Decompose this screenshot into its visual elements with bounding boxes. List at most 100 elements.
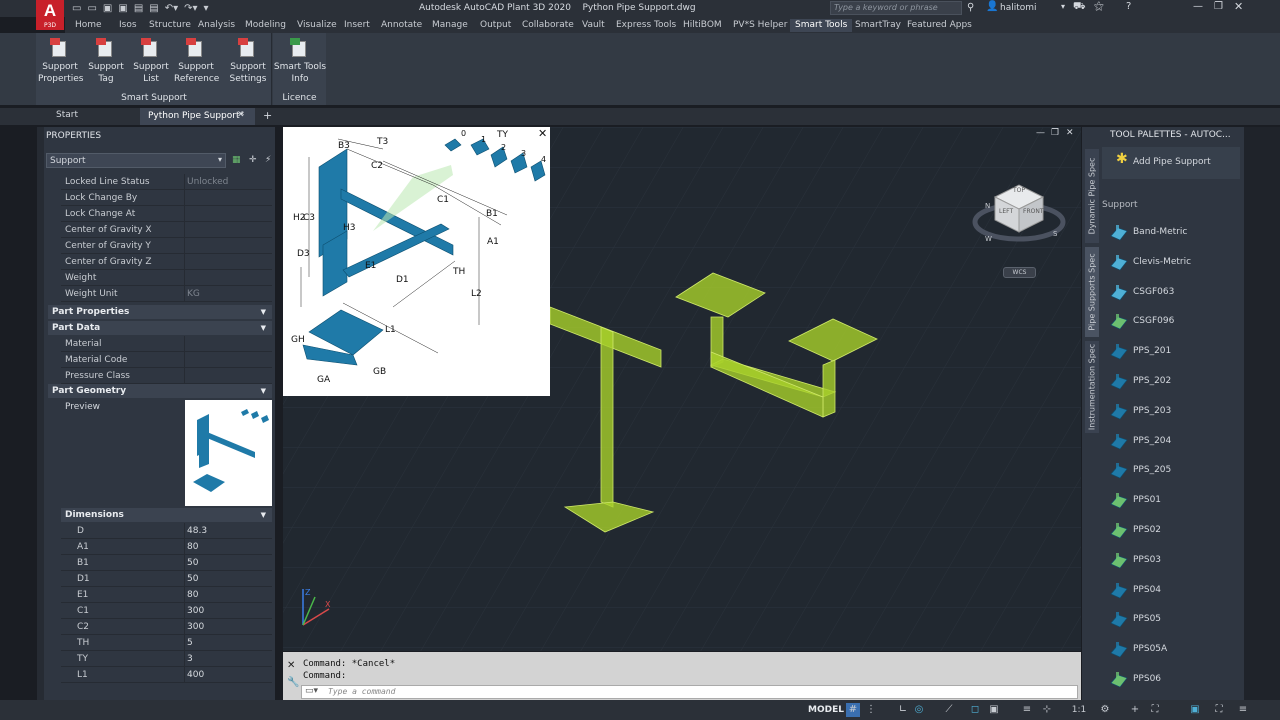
close-app-icon[interactable]: ✕ xyxy=(1234,0,1243,13)
ribbon-button-support-tag[interactable]: Support Tag xyxy=(84,37,128,85)
property-row[interactable]: Lock Change By xyxy=(61,190,272,206)
new-file-icon[interactable]: ▭ xyxy=(72,2,81,15)
tab-start[interactable]: Start xyxy=(56,110,78,120)
property-row[interactable]: Pressure Class xyxy=(61,368,272,384)
osnap-icon[interactable]: ◻ xyxy=(968,703,982,717)
ribbon-tab-hiltibom[interactable]: HiltiBOM xyxy=(678,19,727,32)
property-value[interactable] xyxy=(185,368,272,383)
palette-item-csgf096[interactable]: CSGF096 xyxy=(1108,309,1238,335)
cmd-close-icon[interactable]: ✕ xyxy=(287,660,295,671)
property-value[interactable] xyxy=(185,336,272,351)
dimension-value[interactable]: 48.3 xyxy=(185,523,272,538)
dimension-value[interactable]: 5 xyxy=(185,635,272,650)
ribbon-tab-smarttray[interactable]: SmartTray xyxy=(850,19,906,32)
property-value[interactable] xyxy=(185,190,272,205)
palette-item-pps-203[interactable]: PPS_203 xyxy=(1108,399,1238,425)
publish-icon[interactable]: ▤ xyxy=(149,2,158,15)
dimension-value[interactable]: 300 xyxy=(185,619,272,634)
command-icon[interactable]: ▭▾ xyxy=(305,686,318,696)
dimension-row[interactable]: D1 50 xyxy=(61,571,272,587)
tab-instrumentation-spec[interactable]: Instrumentation Spec xyxy=(1085,341,1099,433)
collapse-icon[interactable]: ▼ xyxy=(261,384,266,398)
viewport-close-icon[interactable]: ✕ xyxy=(1066,128,1074,138)
isodraft-icon[interactable]: ⟋ xyxy=(942,703,956,717)
dimension-row[interactable]: C1 300 xyxy=(61,603,272,619)
object-type-select[interactable]: Support ▾ xyxy=(46,153,226,168)
dimension-value[interactable]: 300 xyxy=(185,603,272,618)
user-menu-icon[interactable]: ▾ xyxy=(1061,2,1065,11)
collapse-icon[interactable]: ▼ xyxy=(261,305,266,319)
select-objects-icon[interactable]: ✛ xyxy=(249,155,257,165)
dimension-row[interactable]: C2 300 xyxy=(61,619,272,635)
viewport-minimize-icon[interactable]: — xyxy=(1036,128,1045,138)
ribbon-tab-collaborate[interactable]: Collaborate xyxy=(517,19,579,32)
ribbon-tab-insert[interactable]: Insert xyxy=(339,19,375,32)
grid-icon[interactable]: # xyxy=(846,703,860,717)
palette-item-pps05a[interactable]: PPS05A xyxy=(1108,637,1238,663)
dimension-value[interactable]: 80 xyxy=(185,539,272,554)
command-input[interactable]: ▭▾ Type a command xyxy=(301,685,1078,699)
settings-icon[interactable]: ⚙ xyxy=(1098,703,1112,717)
connect-icon[interactable]: ⚝ xyxy=(1094,1,1104,12)
hardware-icon[interactable]: ▣ xyxy=(1188,703,1202,717)
ribbon-tab-analysis[interactable]: Analysis xyxy=(193,19,240,32)
binoculars-icon[interactable]: ⚲ xyxy=(967,2,974,13)
property-row[interactable]: Weight xyxy=(61,270,272,286)
property-value[interactable]: Unlocked xyxy=(185,174,272,189)
ribbon-tab-output[interactable]: Output xyxy=(475,19,516,32)
dimension-row[interactable]: A1 80 xyxy=(61,539,272,555)
palette-item-pps06[interactable]: PPS06 xyxy=(1108,667,1238,693)
property-value[interactable] xyxy=(185,222,272,237)
palette-item-pps-205[interactable]: PPS_205 xyxy=(1108,458,1238,484)
ribbon-tab-structure[interactable]: Structure xyxy=(144,19,196,32)
user-icon[interactable]: 👤 xyxy=(986,1,998,12)
ribbon-tab-annotate[interactable]: Annotate xyxy=(376,19,427,32)
dimension-row[interactable]: TY 3 xyxy=(61,651,272,667)
section-part-geometry[interactable]: Part Geometry ▼ xyxy=(48,384,272,398)
collapse-icon[interactable]: ▼ xyxy=(261,321,266,335)
tab-pipe-supports-spec[interactable]: Pipe Supports Spec xyxy=(1085,247,1099,337)
polar-icon[interactable]: ◎ xyxy=(912,703,926,717)
property-value[interactable]: KG xyxy=(185,286,272,301)
palette-item-band-metric[interactable]: Band-Metric xyxy=(1108,220,1238,246)
annotation-scale[interactable]: 1:1 xyxy=(1070,703,1088,717)
palette-item-pps04[interactable]: PPS04 xyxy=(1108,578,1238,604)
minimize-icon[interactable]: — xyxy=(1193,1,1203,12)
app-logo[interactable]: A P3D xyxy=(36,0,64,30)
property-value[interactable] xyxy=(185,352,272,367)
isolate-icon[interactable]: ⛶ xyxy=(1148,703,1162,717)
property-row[interactable]: Weight Unit KG xyxy=(61,286,272,302)
dimension-row[interactable]: B1 50 xyxy=(61,555,272,571)
ribbon-tab-express-tools[interactable]: Express Tools xyxy=(611,19,681,32)
snap-icon[interactable]: ⋮ xyxy=(864,703,878,717)
tab-drawing[interactable]: Python Pipe Support* ✕ xyxy=(140,108,255,125)
ribbon-tab-manage[interactable]: Manage xyxy=(427,19,473,32)
dimension-row[interactable]: L1 400 xyxy=(61,667,272,683)
dimension-value[interactable]: 50 xyxy=(185,555,272,570)
search-input[interactable]: Type a keyword or phrase xyxy=(834,3,938,12)
property-row[interactable]: Center of Gravity Z xyxy=(61,254,272,270)
dimension-value[interactable]: 80 xyxy=(185,587,272,602)
customize-status-icon[interactable]: ≡ xyxy=(1236,703,1250,717)
palette-item-pps01[interactable]: PPS01 xyxy=(1108,488,1238,514)
palette-scrollbar[interactable] xyxy=(1244,127,1280,700)
property-row[interactable]: Center of Gravity Y xyxy=(61,238,272,254)
cart-icon[interactable]: ⛟ xyxy=(1073,1,1086,14)
section-part-properties[interactable]: Part Properties ▼ xyxy=(48,305,272,319)
search-box[interactable]: Type a keyword or phrase xyxy=(830,1,962,15)
dynamic-ucs-icon[interactable]: ▣ xyxy=(987,703,1001,717)
wcs-menu[interactable]: WCS xyxy=(1003,267,1036,278)
palette-item-pps02[interactable]: PPS02 xyxy=(1108,518,1238,544)
property-value[interactable] xyxy=(185,206,272,221)
ortho-icon[interactable]: ∟ xyxy=(896,703,910,717)
property-row[interactable]: Locked Line Status Unlocked xyxy=(61,174,272,190)
property-row[interactable]: Material Code xyxy=(61,352,272,368)
toggle-pickadd-icon[interactable]: ▦ xyxy=(232,155,241,165)
palette-item-pps-201[interactable]: PPS_201 xyxy=(1108,339,1238,365)
open-file-icon[interactable]: ▭ xyxy=(87,2,96,15)
save-as-icon[interactable]: ▣ xyxy=(118,2,127,15)
palette-item-csgf063[interactable]: CSGF063 xyxy=(1108,280,1238,306)
user-name[interactable]: halitomi xyxy=(1000,3,1037,13)
cmd-settings-icon[interactable]: 🔧 xyxy=(287,677,299,688)
dimension-row[interactable]: D 48.3 xyxy=(61,523,272,539)
